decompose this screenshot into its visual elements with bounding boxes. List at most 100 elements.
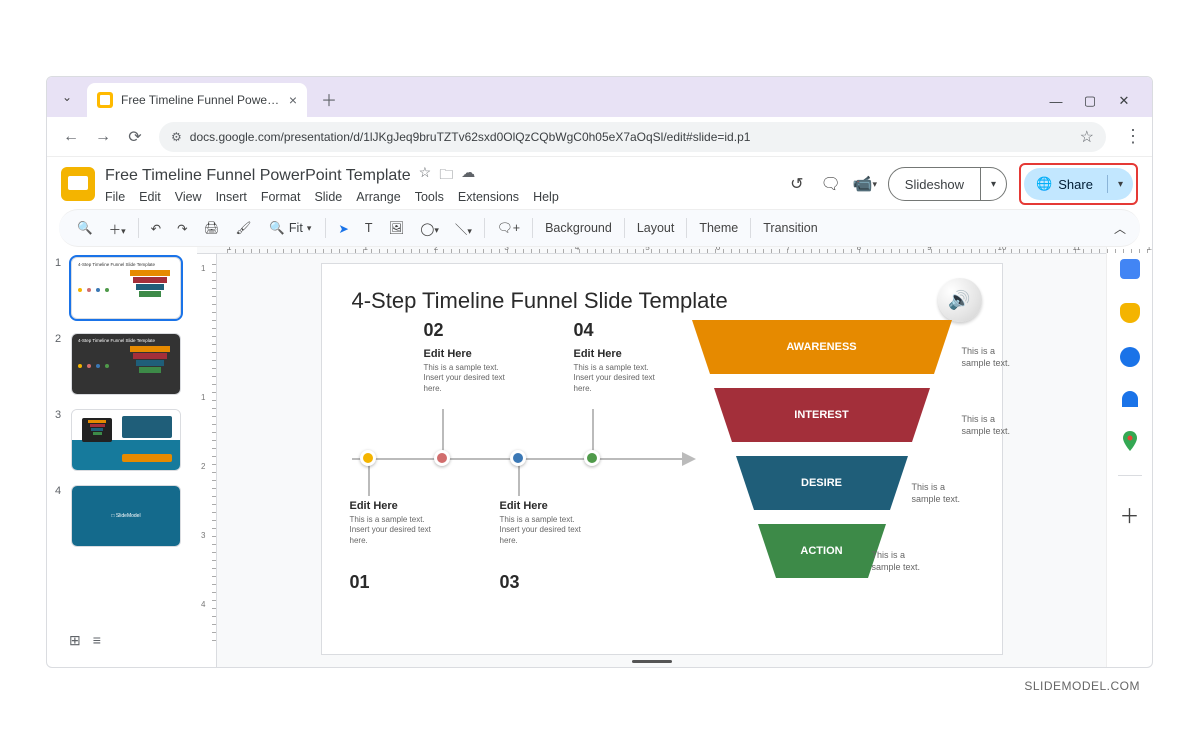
workspace: 1 4-Step Timeline Funnel Slide Template …	[47, 247, 1152, 667]
new-tab-button[interactable]: ＋	[315, 85, 343, 113]
menu-help[interactable]: Help	[533, 190, 559, 204]
browser-menu-icon[interactable]: ⋮	[1116, 126, 1142, 147]
timeline-dot-2[interactable]	[434, 450, 450, 466]
collapse-toolbar-icon[interactable]: ︿	[1114, 220, 1126, 237]
share-dropdown-icon[interactable]: ▾	[1108, 179, 1133, 190]
image-icon[interactable]: 🖼	[384, 219, 408, 238]
filmstrip-icon[interactable]: ≡	[93, 632, 101, 649]
bookmark-star-icon[interactable]: ☆	[1080, 127, 1094, 147]
funnel-side-4[interactable]: This is a sample text.	[872, 550, 932, 573]
back-button[interactable]: ←	[57, 123, 85, 151]
speaker-notes-handle[interactable]	[632, 660, 672, 663]
slide-thumbnail-3[interactable]	[71, 409, 181, 471]
close-window-icon[interactable]: ✕	[1116, 93, 1132, 109]
funnel-awareness[interactable]: AWARENESS	[692, 320, 952, 374]
slide-title[interactable]: 4-Step Timeline Funnel Slide Template	[352, 288, 972, 314]
maps-side-icon[interactable]	[1120, 431, 1140, 451]
calendar-side-icon[interactable]	[1120, 259, 1140, 279]
slide-thumbnail-4[interactable]: □ SlideModel	[71, 485, 181, 547]
maximize-icon[interactable]: ▢	[1082, 93, 1098, 109]
address-bar[interactable]: ⚙ docs.google.com/presentation/d/1lJKgJe…	[159, 122, 1106, 152]
tasks-side-icon[interactable]	[1120, 347, 1140, 367]
step-num-03[interactable]: 03	[500, 572, 520, 593]
slides-logo-icon[interactable]	[61, 167, 95, 201]
step-num-01[interactable]: 01	[350, 572, 370, 593]
comments-icon[interactable]: 🗨	[820, 173, 842, 195]
step-num-04[interactable]: 04	[574, 320, 594, 341]
slideshow-button[interactable]: Slideshow	[889, 168, 980, 200]
funnel-side-1[interactable]: This is a sample text.	[962, 346, 1022, 369]
menu-insert[interactable]: Insert	[216, 190, 247, 204]
menu-tools[interactable]: Tools	[415, 190, 444, 204]
slideshow-dropdown-icon[interactable]: ▾	[981, 179, 1006, 190]
menu-extensions[interactable]: Extensions	[458, 190, 519, 204]
redo-icon[interactable]: ↷	[173, 219, 191, 238]
forward-button[interactable]: →	[89, 123, 117, 151]
timeline-dot-3[interactable]	[510, 450, 526, 466]
funnel-side-2[interactable]: This is a sample text.	[962, 414, 1022, 437]
star-doc-icon[interactable]: ☆	[419, 164, 432, 188]
slides-favicon-icon	[97, 92, 113, 108]
slide-thumbnail-2[interactable]: 4-Step Timeline Funnel Slide Template	[71, 333, 181, 395]
timeline-dot-1[interactable]	[360, 450, 376, 466]
step-block-03[interactable]: Edit Here This is a sample text. Insert …	[500, 500, 585, 546]
slide-canvas[interactable]: 4-Step Timeline Funnel Slide Template 🔊 …	[322, 264, 1002, 654]
menu-view[interactable]: View	[175, 190, 202, 204]
step-block-01[interactable]: Edit Here This is a sample text. Insert …	[350, 500, 435, 546]
editor-area: 1 12 34 56 78 910 1112 1 12 34 56	[197, 247, 1106, 667]
history-icon[interactable]: ↺	[786, 173, 808, 195]
close-tab-icon[interactable]: ×	[289, 92, 297, 108]
undo-icon[interactable]: ↶	[147, 219, 165, 238]
browser-tab-bar: ⌄ Free Timeline Funnel PowerPoi... × ＋ —…	[47, 77, 1152, 117]
move-doc-icon[interactable]: 🗀	[439, 164, 453, 188]
new-slide-icon[interactable]: ＋▾	[105, 217, 130, 240]
menu-file[interactable]: File	[105, 190, 125, 204]
cloud-status-icon[interactable]: ☁	[461, 164, 475, 188]
document-title[interactable]: Free Timeline Funnel PowerPoint Template	[105, 167, 411, 185]
transition-button[interactable]: Transition	[759, 219, 821, 237]
tabs-dropdown-icon[interactable]: ⌄	[55, 85, 79, 109]
reload-button[interactable]: ⟳	[121, 123, 149, 151]
slide-thumbnail-1[interactable]: 4-Step Timeline Funnel Slide Template	[71, 257, 181, 319]
browser-tab[interactable]: Free Timeline Funnel PowerPoi... ×	[87, 83, 307, 117]
share-button[interactable]: 🌐 Share	[1024, 176, 1107, 192]
add-addon-icon[interactable]: ＋	[1120, 500, 1140, 529]
audio-icon[interactable]: 🔊	[938, 278, 982, 322]
funnel-interest[interactable]: INTEREST	[692, 388, 952, 442]
step-block-02[interactable]: Edit Here This is a sample text. Insert …	[424, 348, 509, 394]
zoom-dropdown[interactable]: 🔍 Fit ▾	[263, 219, 317, 238]
menu-arrange[interactable]: Arrange	[356, 190, 400, 204]
paint-format-icon[interactable]: 🖌	[231, 219, 255, 238]
ruler-horizontal: 1 12 34 56 78 910 1112	[197, 253, 1106, 254]
theme-button[interactable]: Theme	[695, 219, 742, 237]
search-menus-icon[interactable]: 🔍	[73, 219, 97, 238]
step-num-02[interactable]: 02	[424, 320, 444, 341]
contacts-side-icon[interactable]	[1122, 391, 1138, 407]
site-settings-icon[interactable]: ⚙	[171, 130, 182, 144]
menu-bar: File Edit View Insert Format Slide Arran…	[105, 190, 559, 204]
select-tool-icon[interactable]: ➤	[334, 219, 352, 238]
share-highlight: 🌐 Share ▾	[1019, 163, 1138, 205]
comment-add-icon[interactable]: 🗨+	[493, 219, 524, 238]
step-block-04[interactable]: Edit Here This is a sample text. Insert …	[574, 348, 659, 394]
meet-icon[interactable]: 📹▾	[854, 173, 876, 195]
line-icon[interactable]: ＼▾	[451, 217, 476, 240]
ruler-vertical: 1 12 34 56	[197, 254, 217, 667]
menu-slide[interactable]: Slide	[314, 190, 342, 204]
textbox-icon[interactable]: T	[361, 219, 377, 237]
keep-side-icon[interactable]	[1120, 303, 1140, 323]
grid-view-icon[interactable]: ⊞	[69, 632, 81, 649]
slideshow-button-group: Slideshow ▾	[888, 167, 1007, 201]
minimize-icon[interactable]: —	[1048, 94, 1064, 109]
background-button[interactable]: Background	[541, 219, 616, 237]
funnel-side-3[interactable]: This is a sample text.	[912, 482, 972, 505]
browser-url-row: ← → ⟳ ⚙ docs.google.com/presentation/d/1…	[47, 117, 1152, 157]
menu-format[interactable]: Format	[261, 190, 301, 204]
print-icon[interactable]: 🖨	[200, 219, 224, 238]
layout-button[interactable]: Layout	[633, 219, 679, 237]
timeline-dot-4[interactable]	[584, 450, 600, 466]
shape-icon[interactable]: ◯▾	[416, 219, 443, 238]
globe-icon: 🌐	[1036, 176, 1052, 192]
menu-edit[interactable]: Edit	[139, 190, 161, 204]
tab-title: Free Timeline Funnel PowerPoi...	[121, 93, 281, 107]
